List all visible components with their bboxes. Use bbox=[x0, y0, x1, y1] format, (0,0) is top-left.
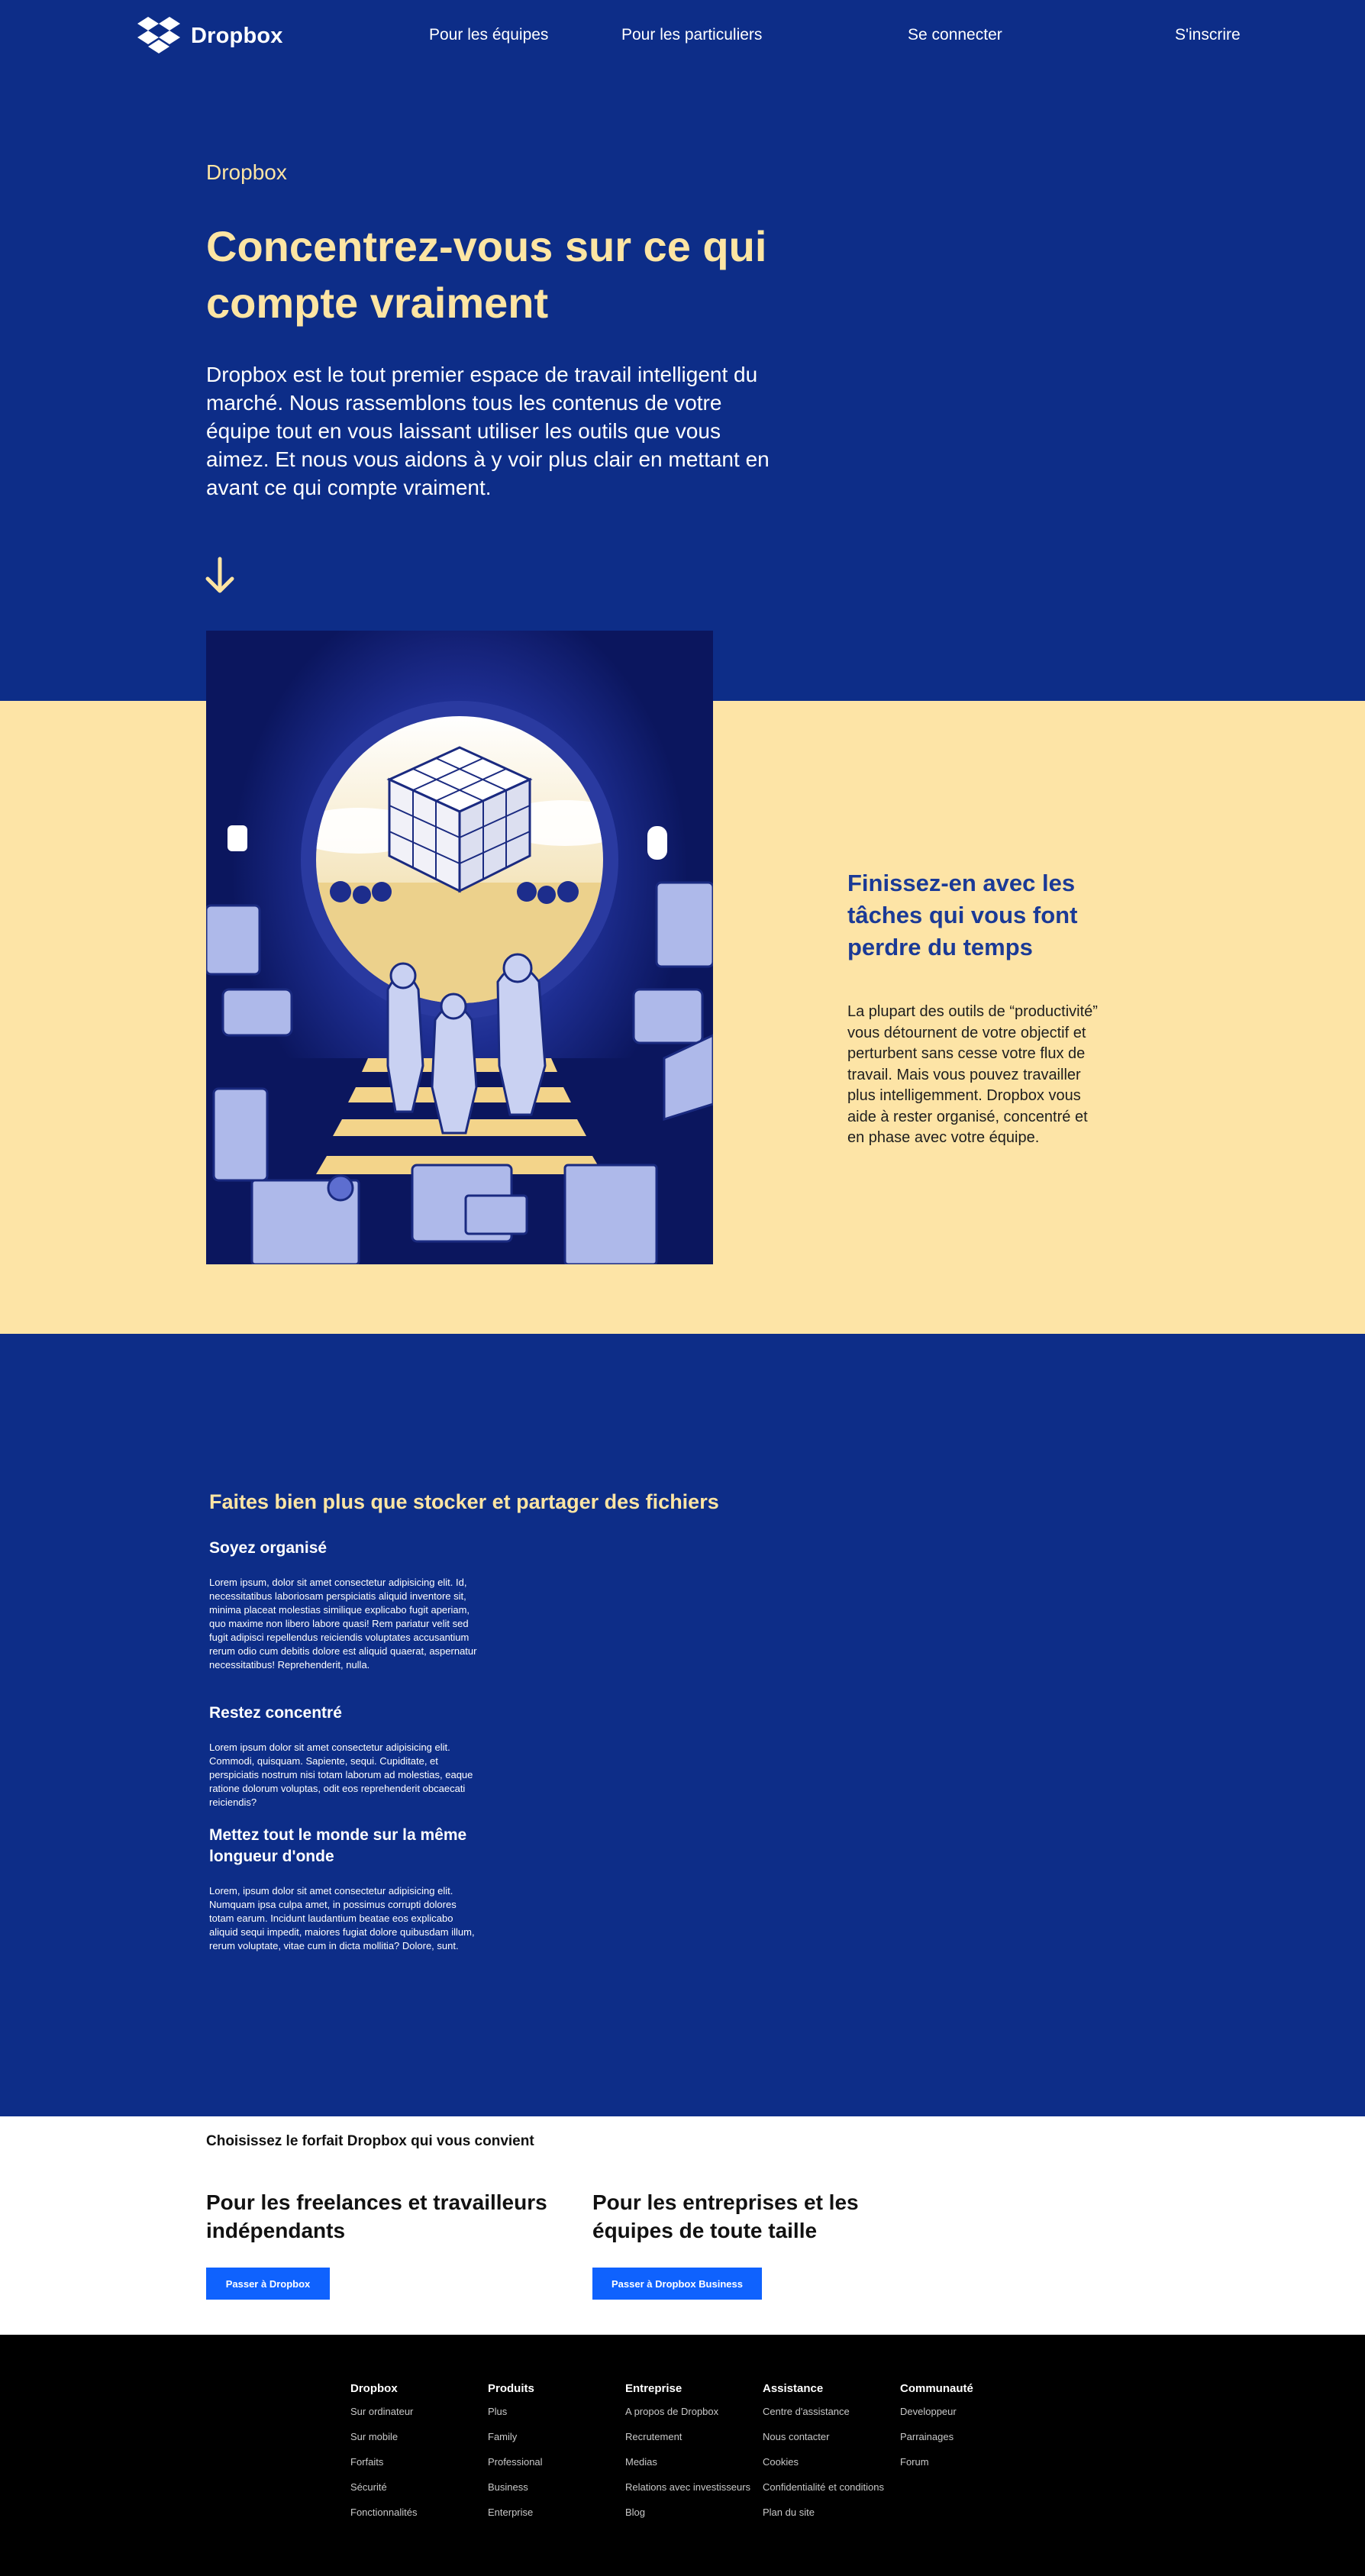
upgrade-dropbox-button[interactable]: Passer à Dropbox bbox=[206, 2268, 330, 2300]
workspace-illustration bbox=[206, 631, 713, 1264]
footer-link[interactable]: Nous contacter bbox=[763, 2431, 892, 2443]
footer-heading: Entreprise bbox=[625, 2382, 682, 2395]
footer-link[interactable]: Plus bbox=[488, 2406, 618, 2418]
footer-link[interactable]: Enterprise bbox=[488, 2507, 618, 2519]
features-section-title: Faites bien plus que stocker et partager… bbox=[209, 1490, 719, 1513]
plan-title-business: Pour les entreprises et les équipes de t… bbox=[592, 2190, 859, 2242]
nav-link-signup[interactable]: S'inscrire bbox=[1175, 26, 1241, 44]
footer-heading: Communauté bbox=[900, 2382, 973, 2395]
feature-heading-organized: Soyez organisé bbox=[209, 1539, 328, 1557]
footer-heading: Assistance bbox=[763, 2382, 824, 2395]
upgrade-dropbox-business-button[interactable]: Passer à Dropbox Business bbox=[592, 2268, 762, 2300]
footer-link[interactable]: Relations avec investisseurs bbox=[625, 2481, 755, 2494]
hero-brand: Dropbox bbox=[206, 160, 287, 184]
footer-column-community: Communauté Developpeur Parrainages Forum bbox=[900, 2382, 1030, 2481]
footer-link[interactable]: Centre d'assistance bbox=[763, 2406, 892, 2418]
dropbox-logo-icon bbox=[137, 17, 180, 53]
footer-link[interactable]: Sur mobile bbox=[350, 2431, 480, 2443]
footer-heading: Dropbox bbox=[350, 2382, 398, 2395]
footer-link[interactable]: Cookies bbox=[763, 2456, 892, 2468]
footer-link[interactable]: Forum bbox=[900, 2456, 1030, 2468]
footer-column-products: Produits Plus Family Professional Busine… bbox=[488, 2382, 618, 2532]
footer-link[interactable]: Plan du site bbox=[763, 2507, 892, 2519]
hero-description: Dropbox est le tout premier espace de tr… bbox=[206, 363, 770, 499]
feature-description: La plupart des outils de “productivité” … bbox=[847, 1003, 1098, 1146]
dropbox-logo[interactable]: Dropbox bbox=[137, 17, 283, 55]
hero-title: Concentrez-vous sur ce qui compte vraime… bbox=[206, 222, 767, 327]
footer-link[interactable]: Blog bbox=[625, 2507, 755, 2519]
logo-wordmark: Dropbox bbox=[191, 23, 283, 48]
plan-title-individual: Pour les freelances et travailleurs indé… bbox=[206, 2190, 547, 2242]
feature-heading-focused: Restez concentré bbox=[209, 1704, 342, 1722]
footer-column-dropbox: Dropbox Sur ordinateur Sur mobile Forfai… bbox=[350, 2382, 480, 2532]
feature-text-alignment: Lorem, ipsum dolor sit amet consectetur … bbox=[209, 1885, 475, 1951]
footer-link[interactable]: Sécurité bbox=[350, 2481, 480, 2494]
nav-link-login[interactable]: Se connecter bbox=[908, 26, 1002, 44]
footer-column-support: Assistance Centre d'assistance Nous cont… bbox=[763, 2382, 892, 2532]
feature-title: Finissez-en avec les tâches qui vous fon… bbox=[847, 870, 1078, 960]
footer-link[interactable]: Sur ordinateur bbox=[350, 2406, 480, 2418]
footer-link[interactable]: Family bbox=[488, 2431, 618, 2443]
top-nav: Dropbox Pour les équipes Pour les partic… bbox=[0, 0, 1365, 73]
nav-link-individuals[interactable]: Pour les particuliers bbox=[621, 26, 762, 44]
footer-heading: Produits bbox=[488, 2382, 534, 2395]
arrow-down-icon[interactable] bbox=[203, 556, 237, 596]
footer-link[interactable]: Professional bbox=[488, 2456, 618, 2468]
footer-link[interactable]: Fonctionnalités bbox=[350, 2507, 480, 2519]
footer-link[interactable]: A propos de Dropbox bbox=[625, 2406, 755, 2418]
nav-link-teams[interactable]: Pour les équipes bbox=[429, 26, 548, 44]
illustration-art bbox=[206, 631, 713, 1264]
footer-link[interactable]: Recrutement bbox=[625, 2431, 755, 2443]
feature-text-organized: Lorem ipsum, dolor sit amet consectetur … bbox=[209, 1577, 477, 1671]
feature-text-focused: Lorem ipsum dolor sit amet consectetur a… bbox=[209, 1742, 473, 1808]
footer-column-company: Entreprise A propos de Dropbox Recruteme… bbox=[625, 2382, 755, 2532]
footer-link[interactable]: Confidentialité et conditions bbox=[763, 2481, 892, 2494]
footer-link[interactable]: Forfaits bbox=[350, 2456, 480, 2468]
feature-heading-alignment: Mettez tout le monde sur la même longueu… bbox=[209, 1826, 467, 1865]
footer-link[interactable]: Medias bbox=[625, 2456, 755, 2468]
footer-link[interactable]: Parrainages bbox=[900, 2431, 1030, 2443]
footer-link[interactable]: Developpeur bbox=[900, 2406, 1030, 2418]
plans-heading: Choisissez le forfait Dropbox qui vous c… bbox=[206, 2133, 534, 2149]
footer-link[interactable]: Business bbox=[488, 2481, 618, 2494]
